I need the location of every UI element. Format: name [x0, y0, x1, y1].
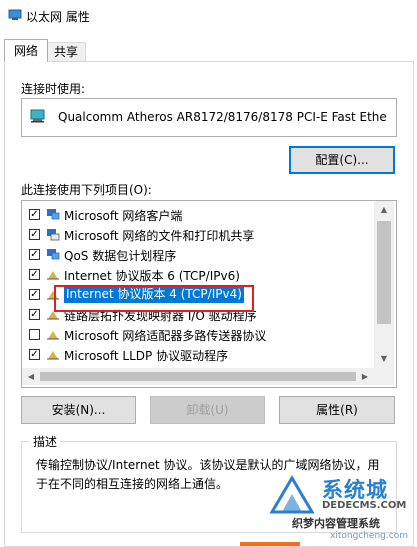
scroll-down-icon[interactable]: ▼	[374, 350, 394, 368]
checkbox[interactable]: ✓	[29, 289, 40, 300]
list-item[interactable]: ✓ Internet 协议版本 6 (TCP/IPv6)	[22, 265, 374, 285]
checkbox[interactable]: ✓	[29, 349, 40, 360]
protocol-icon	[47, 271, 59, 280]
protocol-icon	[47, 351, 59, 360]
adapter-box: Qualcomm Atheros AR8172/8176/8178 PCI-E …	[21, 98, 397, 137]
configure-button[interactable]: 配置(C)...	[289, 146, 395, 174]
checkbox[interactable]: ✓	[29, 309, 40, 320]
list-item-label: Microsoft 网络客户端	[64, 209, 183, 223]
scroll-up-icon[interactable]: ▲	[374, 201, 394, 219]
qos-icon	[47, 249, 60, 260]
list-item-label: Internet 协议版本 6 (TCP/IPv6)	[64, 269, 240, 283]
connect-using-label: 连接时使用:	[21, 82, 86, 96]
protocol-icon	[47, 331, 59, 340]
items-label: 此连接使用下列项目(O):	[21, 183, 152, 197]
list-item-label: Microsoft 网络的文件和打印机共享	[64, 229, 255, 243]
file-printer-sharing-icon	[47, 229, 60, 241]
checkbox[interactable]: ✓	[29, 269, 40, 280]
highlight-annotation-box	[54, 285, 254, 312]
list-item[interactable]: ✓ QoS 数据包计划程序	[22, 245, 374, 265]
list-item-label: QoS 数据包计划程序	[64, 249, 177, 263]
install-button[interactable]: 安装(N)...	[21, 396, 136, 424]
list-item[interactable]: Microsoft 网络适配器多路传送器协议	[22, 325, 374, 345]
checkbox[interactable]: ✓	[29, 209, 40, 220]
adapter-name: Qualcomm Atheros AR8172/8176/8178 PCI-E …	[58, 110, 387, 124]
vertical-scroll-thumb[interactable]	[377, 221, 391, 324]
list-item[interactable]: ✓ Microsoft 网络客户端	[22, 205, 374, 225]
properties-button[interactable]: 属性(R)	[279, 396, 395, 424]
checkbox[interactable]	[29, 329, 40, 340]
watermark-logo-icon	[269, 475, 315, 514]
scroll-left-icon[interactable]: ◀	[22, 368, 40, 385]
watermark-site: DEDECMS.COM	[322, 500, 407, 511]
checkbox[interactable]: ✓	[29, 229, 40, 240]
list-item[interactable]: ✓ Microsoft 网络的文件和打印机共享	[22, 225, 374, 245]
list-item[interactable]: ✓ Microsoft LLDP 协议驱动程序	[22, 345, 374, 365]
network-client-icon	[47, 209, 60, 220]
uninstall-button[interactable]: 卸载(U)	[150, 396, 265, 424]
list-item-label: Microsoft 网络适配器多路传送器协议	[64, 329, 267, 343]
scrollbar-corner	[374, 368, 394, 385]
bottom-accent-bar	[240, 542, 300, 546]
watermark-url: xitongcheng.com	[330, 531, 408, 541]
checkbox[interactable]: ✓	[29, 249, 40, 260]
network-adapter-icon	[30, 109, 45, 123]
watermark-brand: 织梦内容管理系统	[292, 517, 380, 530]
list-item-label: Microsoft LLDP 协议驱动程序	[64, 349, 229, 363]
scroll-right-icon[interactable]: ▶	[356, 368, 374, 385]
description-title: 描述	[30, 433, 61, 450]
horizontal-scroll-thumb[interactable]	[40, 372, 356, 381]
